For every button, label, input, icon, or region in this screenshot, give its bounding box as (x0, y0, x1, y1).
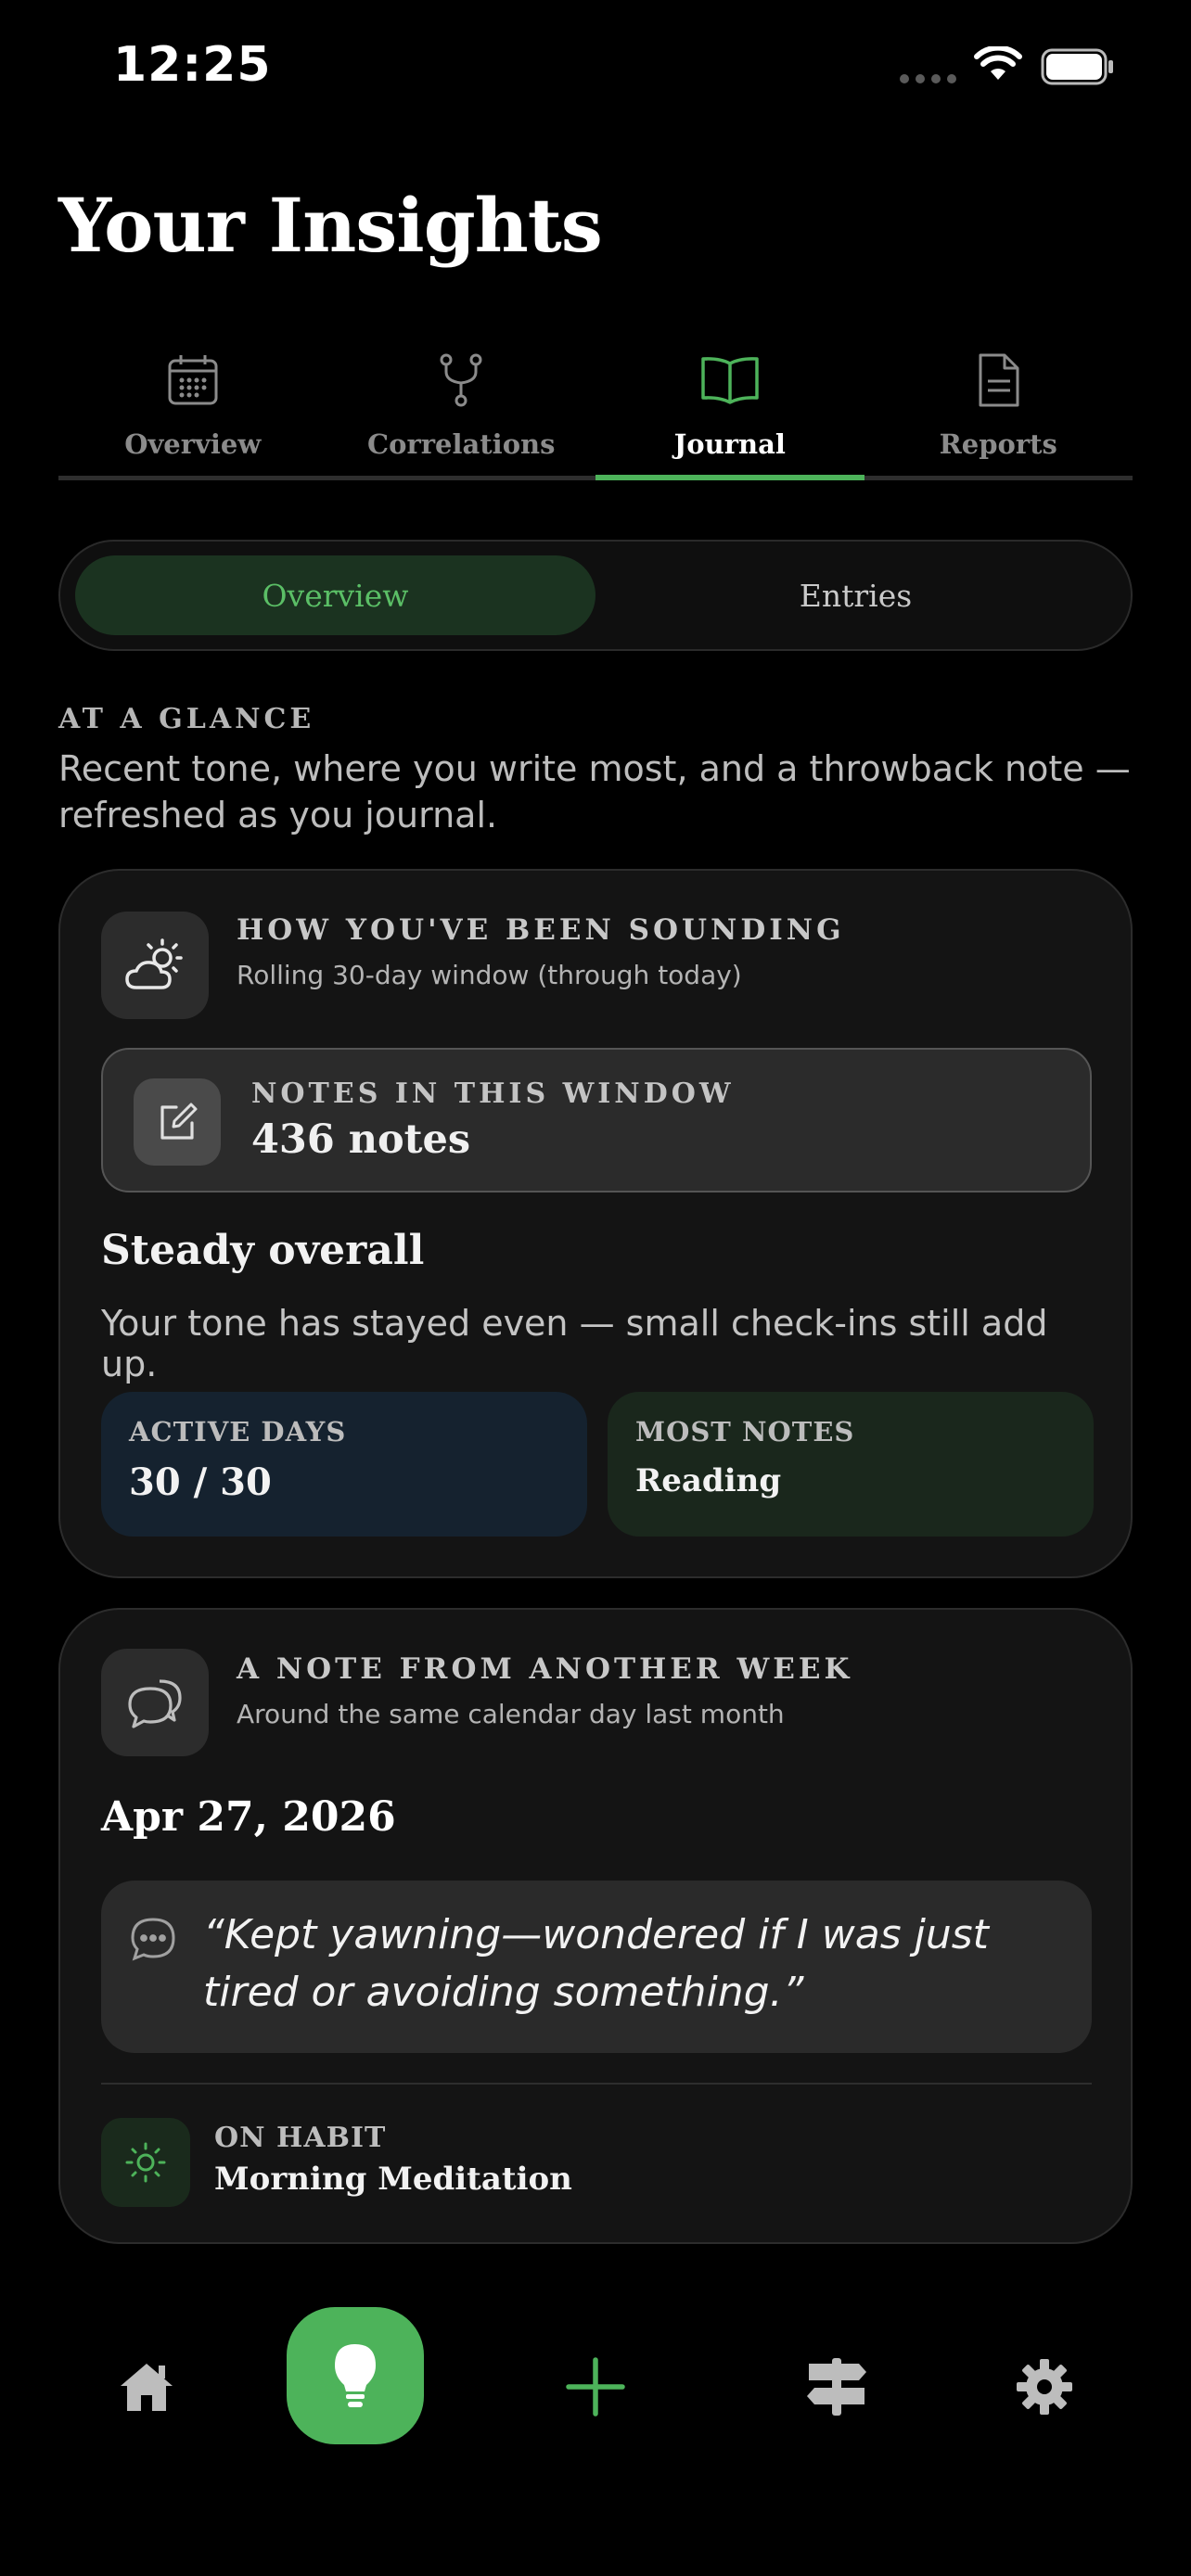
home-icon (121, 2364, 173, 2411)
plus-icon (566, 2357, 625, 2417)
branch-icon (433, 349, 489, 412)
note-date: Apr 27, 2026 (101, 1793, 396, 1841)
notes-count: 436 notes (251, 1116, 471, 1163)
tab-journal[interactable]: Journal (596, 343, 864, 480)
nav-settings-button[interactable] (1007, 2350, 1082, 2424)
status-time: 12:25 (113, 37, 272, 93)
tab-label: Journal (673, 428, 786, 460)
note-quote: “Kept yawning—wondered if I was just tir… (203, 1911, 989, 2016)
signpost-icon (807, 2358, 866, 2416)
nav-insights-button[interactable] (287, 2307, 424, 2444)
status-bar: 12:25 (0, 0, 1191, 139)
habit-name[interactable]: Morning Meditation (214, 2161, 572, 2198)
tone-summary-card: HOW YOU'VE BEEN SOUNDING Rolling 30-day … (58, 869, 1133, 1578)
stat-value: Reading (635, 1462, 782, 1499)
most-notes-stat: MOST NOTES Reading (608, 1392, 1094, 1537)
nav-home-button[interactable] (109, 2350, 184, 2424)
message-dots-icon (129, 1916, 177, 1966)
gear-icon (1017, 2359, 1072, 2415)
wifi-icon (974, 45, 1022, 87)
segment-overview[interactable]: Overview (75, 555, 596, 635)
partly-cloudy-icon (101, 912, 209, 1019)
active-days-stat: ACTIVE DAYS 30 / 30 (101, 1392, 587, 1537)
tab-overview[interactable]: Overview (58, 343, 327, 476)
battery-icon (1041, 48, 1115, 89)
quote-box: “Kept yawning—wondered if I was just tir… (101, 1881, 1092, 2053)
stat-label: ACTIVE DAYS (129, 1416, 347, 1447)
card-label: A NOTE FROM ANOTHER WEEK (237, 1652, 853, 1686)
lightbulb-icon (335, 2344, 376, 2407)
card-label: HOW YOU'VE BEEN SOUNDING (237, 913, 845, 947)
tab-label: Overview (124, 428, 262, 460)
notes-count-box: NOTES IN THIS WINDOW 436 notes (101, 1048, 1092, 1192)
insights-tab-bar: Overview Correlations Journal Reports (58, 343, 1133, 480)
card-subtitle: Rolling 30-day window (through today) (237, 960, 742, 990)
book-icon (699, 349, 761, 412)
nav-plan-button[interactable] (800, 2350, 874, 2424)
document-icon (975, 349, 1021, 412)
habit-label: ON HABIT (214, 2122, 387, 2154)
tab-correlations[interactable]: Correlations (327, 343, 596, 476)
section-description: Recent tone, where you write most, and a… (58, 748, 1131, 835)
cellular-signal-icon (900, 74, 956, 83)
page-title: Your Insights (58, 182, 603, 269)
card-subtitle: Around the same calendar day last month (237, 1699, 785, 1729)
tab-label: Correlations (367, 428, 556, 460)
edit-note-icon (134, 1078, 221, 1166)
journal-view-switcher: Overview Entries (58, 540, 1133, 651)
chat-bubbles-icon (101, 1649, 209, 1756)
segment-entries[interactable]: Entries (596, 555, 1116, 635)
notes-label: NOTES IN THIS WINDOW (251, 1078, 735, 1110)
bottom-navigation (0, 2281, 1191, 2467)
divider (101, 2083, 1092, 2085)
sun-icon (101, 2118, 190, 2207)
stat-label: MOST NOTES (635, 1416, 855, 1447)
throwback-note-card: A NOTE FROM ANOTHER WEEK Around the same… (58, 1608, 1133, 2244)
tab-label: Reports (939, 428, 1057, 460)
tab-reports[interactable]: Reports (864, 343, 1133, 476)
calendar-icon (165, 349, 221, 412)
nav-add-button[interactable] (558, 2350, 633, 2424)
tone-description: Your tone has stayed even — small check-… (101, 1303, 1048, 1384)
stat-value: 30 / 30 (129, 1460, 272, 1504)
tone-headline: Steady overall (101, 1227, 425, 1274)
section-heading: AT A GLANCE (58, 703, 315, 735)
